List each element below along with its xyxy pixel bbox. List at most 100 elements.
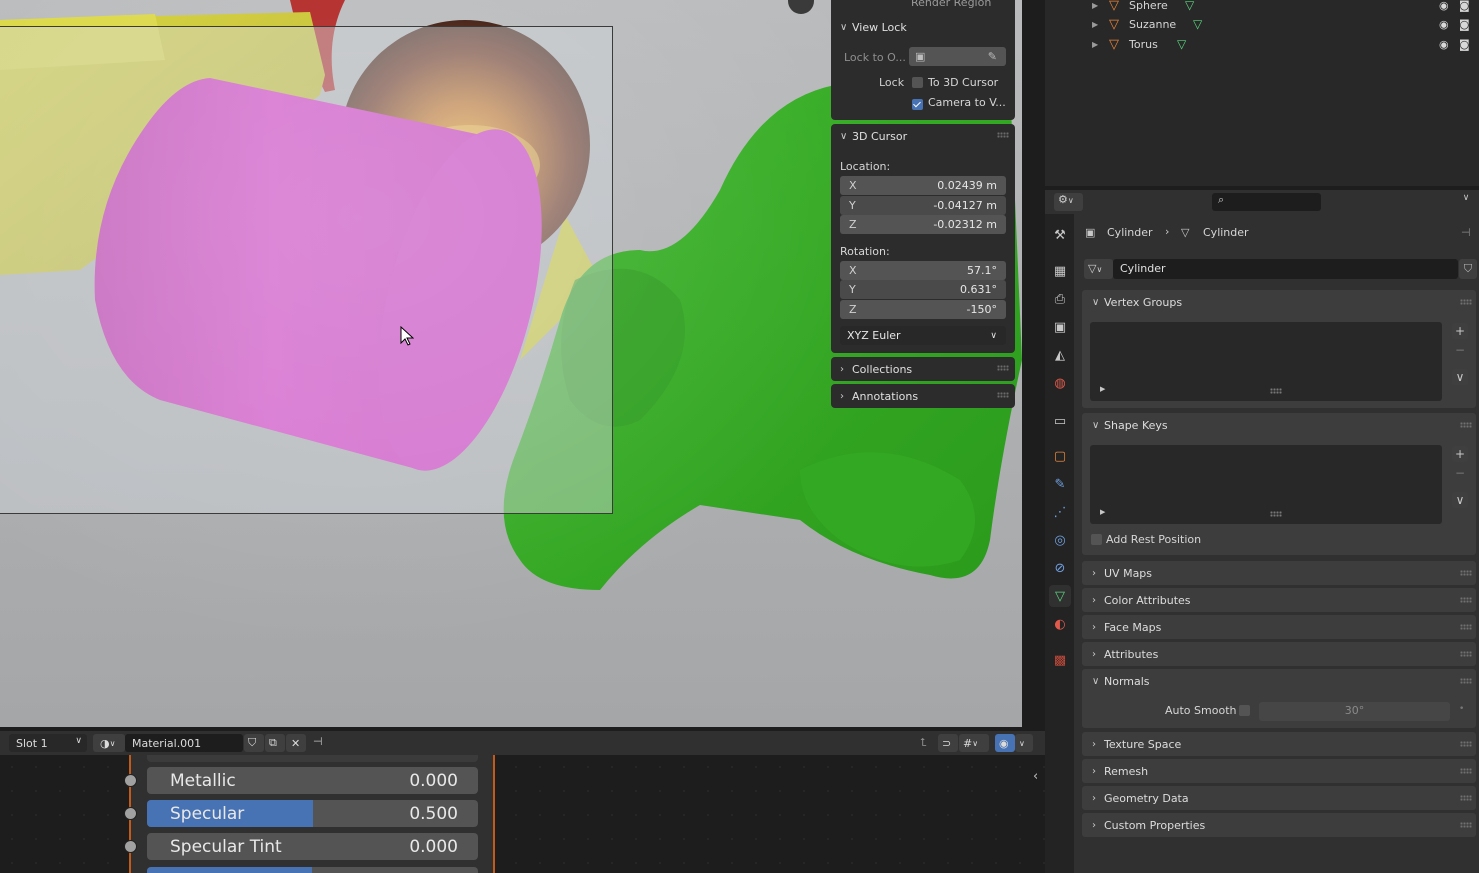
3d-viewport[interactable]: Render Region ∨ View Lock Lock to O... ▣…: [0, 0, 1022, 727]
overlays-toggle-icon[interactable]: ◉: [995, 734, 1015, 752]
camera-icon[interactable]: ◙: [1459, 0, 1470, 12]
geometry-data-panel[interactable]: › Geometry Data: [1082, 786, 1476, 810]
add-rest-position-checkbox[interactable]: [1091, 534, 1102, 545]
particles-tab-icon[interactable]: ⋰: [1049, 501, 1071, 523]
drag-handle-icon[interactable]: [1460, 570, 1472, 576]
camera-to-view-checkbox[interactable]: [912, 98, 923, 110]
expand-icon[interactable]: ▶: [1092, 40, 1098, 49]
drag-handle-icon[interactable]: [1460, 768, 1472, 774]
remove-shape-key-button[interactable]: −: [1452, 465, 1468, 481]
duplicate-material-icon[interactable]: ⧉: [265, 734, 285, 752]
properties-search-input[interactable]: ⌕: [1212, 193, 1321, 211]
camera-icon[interactable]: ◙: [1459, 38, 1470, 51]
add-shape-key-button[interactable]: +: [1452, 446, 1468, 462]
resize-handle-icon[interactable]: [1270, 388, 1282, 394]
remesh-panel[interactable]: › Remesh: [1082, 759, 1476, 783]
mesh-data-icon[interactable]: ▽: [1177, 37, 1186, 51]
3d-cursor-header[interactable]: ∨ 3D Cursor: [831, 124, 1015, 148]
options-chevron-icon[interactable]: ∨: [1457, 193, 1475, 211]
view-layer-tab-icon[interactable]: ▣: [1049, 316, 1071, 338]
snap-grid-dropdown[interactable]: # ∨: [959, 734, 989, 752]
shape-keys-list[interactable]: ▶: [1090, 445, 1442, 524]
expand-icon[interactable]: ▶: [1100, 385, 1105, 393]
auto-smooth-checkbox[interactable]: [1239, 705, 1250, 716]
view-lock-header[interactable]: ∨ View Lock: [831, 15, 1015, 39]
sidebar-toggle-chevron-icon[interactable]: ‹: [1033, 769, 1038, 784]
eye-icon[interactable]: ◉: [1439, 38, 1449, 51]
rotation-y-field[interactable]: Y 0.631°: [840, 280, 1006, 299]
face-maps-panel[interactable]: › Face Maps: [1082, 615, 1476, 639]
mesh-name-field[interactable]: Cylinder: [1113, 259, 1458, 279]
drag-handle-icon[interactable]: [1460, 822, 1472, 828]
drag-handle-icon[interactable]: [1460, 741, 1472, 747]
constraints-tab-icon[interactable]: ⊘: [1049, 557, 1071, 579]
camera-icon[interactable]: ◙: [1459, 18, 1470, 31]
rotation-z-field[interactable]: Z -150°: [840, 300, 1006, 319]
expand-icon[interactable]: ▶: [1092, 20, 1098, 29]
auto-smooth-angle-field[interactable]: 30°: [1259, 702, 1450, 721]
vertex-groups-list[interactable]: ▶: [1090, 322, 1442, 401]
eye-icon[interactable]: ◉: [1439, 18, 1449, 31]
tool-tab-icon[interactable]: ⚒: [1049, 224, 1071, 246]
pin-icon[interactable]: ⊣: [1461, 226, 1471, 239]
lock-to-object-field[interactable]: ▣ ✎: [909, 47, 1006, 66]
mesh-data-icon[interactable]: ▽: [1193, 17, 1202, 31]
texture-space-panel[interactable]: › Texture Space: [1082, 732, 1476, 756]
overlays-dropdown-chevron-icon[interactable]: ∨: [1015, 734, 1033, 752]
node-editor-canvas[interactable]: Metallic 0.000 Specular 0.500 Specular T…: [0, 755, 1045, 873]
expand-icon[interactable]: ▶: [1092, 1, 1098, 10]
material-tab-icon[interactable]: ◐: [1049, 613, 1071, 635]
vertex-group-specials-button[interactable]: ∨: [1452, 369, 1468, 385]
mesh-data-tab-icon[interactable]: ▽: [1049, 585, 1071, 607]
drag-handle-icon[interactable]: [1460, 422, 1472, 428]
editor-type-dropdown[interactable]: ⚙∨: [1054, 193, 1083, 211]
drag-handle-icon[interactable]: [1460, 651, 1472, 657]
area-separator[interactable]: [1022, 0, 1045, 731]
collection-tab-icon[interactable]: ▭: [1049, 410, 1071, 432]
attributes-panel[interactable]: › Attributes: [1082, 642, 1476, 666]
to-3d-cursor-checkbox[interactable]: [912, 77, 923, 88]
drag-handle-icon[interactable]: [1460, 624, 1472, 630]
render-tab-icon[interactable]: ▦: [1049, 260, 1071, 282]
output-tab-icon[interactable]: ⎙: [1049, 288, 1071, 310]
location-y-field[interactable]: Y -0.04127 m: [840, 196, 1006, 215]
material-name-field[interactable]: Material.001: [125, 734, 243, 752]
location-z-field[interactable]: Z -0.02312 m: [840, 215, 1006, 234]
specular-socket[interactable]: [124, 807, 137, 820]
remove-vertex-group-button[interactable]: −: [1452, 342, 1468, 358]
next-slider-partial[interactable]: [147, 867, 478, 873]
add-vertex-group-button[interactable]: +: [1452, 323, 1468, 339]
eye-icon[interactable]: ◉: [1439, 0, 1449, 12]
material-slot-dropdown[interactable]: Slot 1 ∨: [9, 734, 87, 752]
shape-keys-header[interactable]: ∨ Shape Keys: [1082, 413, 1476, 437]
drag-handle-icon[interactable]: [997, 392, 1009, 398]
outliner-row-torus[interactable]: ▶ ▽ Torus ▽ ◉ ◙: [1045, 34, 1479, 54]
modifier-wrench-icon[interactable]: ✎: [1049, 473, 1071, 495]
drag-handle-icon[interactable]: [1460, 678, 1472, 684]
texture-tab-icon[interactable]: ▩: [1049, 649, 1071, 671]
specular-slider[interactable]: Specular 0.500: [147, 800, 478, 827]
parent-node-tree-icon[interactable]: ⮤: [913, 734, 933, 752]
drag-handle-icon[interactable]: [997, 365, 1009, 371]
annotations-panel[interactable]: › Annotations: [831, 384, 1015, 408]
normals-header[interactable]: ∨ Normals: [1082, 669, 1476, 693]
fake-user-shield-icon[interactable]: ⛉: [1459, 259, 1477, 279]
drag-handle-icon[interactable]: [997, 132, 1009, 138]
scene-tab-icon[interactable]: ◭: [1049, 344, 1071, 366]
outliner-row-sphere[interactable]: ▶ ▽ Sphere ▽ ◉ ◙: [1045, 0, 1479, 15]
outliner-row-suzanne[interactable]: ▶ ▽ Suzanne ▽ ◉ ◙: [1045, 14, 1479, 34]
mesh-data-icon[interactable]: ▽: [1185, 0, 1194, 12]
fake-user-shield-icon[interactable]: ⛉: [244, 734, 264, 752]
object-tab-icon[interactable]: ▢: [1049, 445, 1071, 467]
drag-handle-icon[interactable]: [1460, 795, 1472, 801]
eyedropper-icon[interactable]: ✎: [988, 50, 997, 63]
animate-property-dot-icon[interactable]: •: [1459, 704, 1464, 714]
physics-tab-icon[interactable]: ◎: [1049, 529, 1071, 551]
specular-tint-slider[interactable]: Specular Tint 0.000: [147, 833, 478, 860]
shape-key-specials-button[interactable]: ∨: [1452, 492, 1468, 508]
pin-icon[interactable]: ⊣: [313, 735, 323, 748]
custom-properties-panel[interactable]: › Custom Properties: [1082, 813, 1476, 837]
vertex-groups-header[interactable]: ∨ Vertex Groups: [1082, 290, 1476, 314]
uv-maps-panel[interactable]: › UV Maps: [1082, 561, 1476, 585]
resize-handle-icon[interactable]: [1270, 511, 1282, 517]
